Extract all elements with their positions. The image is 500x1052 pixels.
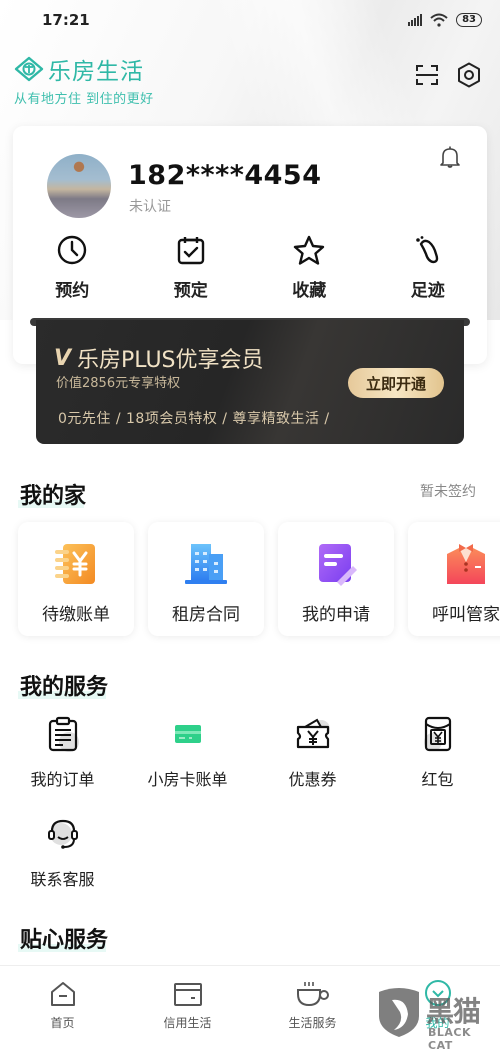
home-item-butler[interactable]: 呼叫管家 bbox=[408, 522, 500, 636]
brand-slogan: 从有地方住 到住的更好 bbox=[14, 92, 154, 107]
section-title-my-services: 我的服务 bbox=[17, 669, 108, 701]
headset-icon bbox=[47, 819, 78, 849]
bell-icon bbox=[440, 146, 460, 168]
quick-action-favorites[interactable]: 收藏 bbox=[250, 234, 369, 301]
quick-action-reservation[interactable]: 预定 bbox=[132, 234, 251, 301]
quick-action-label: 预定 bbox=[173, 281, 208, 301]
tab-home[interactable]: 首页 bbox=[0, 966, 125, 1041]
service-item-orders[interactable]: 我的订单 bbox=[0, 716, 125, 816]
plus-subtitle: 价值2856元专享特权 bbox=[56, 376, 181, 391]
tab-credit-life[interactable]: 信用生活 bbox=[125, 966, 250, 1041]
plus-title: 乐房PLUS优享会员 bbox=[77, 348, 264, 373]
section-title-my-home: 我的家 bbox=[17, 478, 86, 510]
order-icon bbox=[48, 716, 79, 752]
service-item-label: 我的订单 bbox=[30, 770, 95, 789]
service-item-label: 小房卡账单 bbox=[147, 770, 228, 789]
service-item-label: 联系客服 bbox=[30, 870, 95, 889]
brand-logo-icon bbox=[14, 56, 44, 82]
my-home-list: 待缴账单 租房合同 我的申请 呼叫管家 bbox=[18, 522, 500, 636]
card-icon bbox=[174, 725, 201, 743]
tab-label: 信用生活 bbox=[163, 1016, 212, 1030]
brand-name: 乐房生活 bbox=[48, 59, 144, 85]
status-bar: 17:21 83 bbox=[0, 0, 500, 40]
calendar-check-icon bbox=[177, 237, 204, 265]
tab-profile[interactable]: 我的 bbox=[375, 966, 500, 1041]
brand-logo: 乐房生活 从有地方住 到住的更好 bbox=[14, 52, 154, 107]
home-item-label: 租房合同 bbox=[172, 605, 240, 625]
home-item-contract[interactable]: 租房合同 bbox=[148, 522, 264, 636]
butler-icon bbox=[447, 544, 485, 584]
quick-action-appointment[interactable]: 预约 bbox=[13, 234, 132, 301]
clock-icon bbox=[58, 235, 87, 265]
tab-label: 首页 bbox=[50, 1016, 75, 1030]
credit-card-icon bbox=[173, 983, 202, 1006]
coffee-icon bbox=[296, 982, 329, 1007]
wifi-icon bbox=[430, 13, 448, 27]
home-item-label: 呼叫管家 bbox=[432, 605, 500, 625]
notification-button[interactable] bbox=[437, 144, 463, 170]
home-item-label: 待缴账单 bbox=[42, 605, 110, 625]
quick-action-history[interactable]: 足迹 bbox=[369, 234, 488, 301]
tab-label: 生活服务 bbox=[288, 1016, 337, 1030]
settings-icon bbox=[458, 62, 480, 88]
quick-action-label: 预约 bbox=[55, 281, 90, 301]
bill-icon bbox=[55, 544, 95, 584]
user-phone: 182****4454 bbox=[128, 160, 322, 191]
quick-action-label: 收藏 bbox=[292, 281, 327, 301]
service-item-label: 红包 bbox=[421, 770, 454, 789]
bottom-tab-bar: 首页 信用生活 生活服务 我的 bbox=[0, 965, 500, 1041]
status-time: 17:21 bbox=[42, 11, 90, 29]
vip-icon: V bbox=[54, 345, 72, 371]
service-item-card-bill[interactable]: 小房卡账单 bbox=[125, 716, 250, 816]
avatar[interactable] bbox=[47, 154, 111, 218]
profile-icon bbox=[424, 980, 451, 1006]
footprint-icon bbox=[415, 236, 438, 264]
quick-action-label: 足迹 bbox=[410, 281, 445, 301]
plus-activate-button[interactable]: 立即开通 bbox=[348, 368, 444, 398]
service-item-label: 优惠券 bbox=[288, 770, 337, 789]
application-icon bbox=[319, 544, 357, 586]
section-title-care-services: 贴心服务 bbox=[17, 922, 108, 954]
settings-button[interactable] bbox=[456, 62, 482, 88]
signal-icon bbox=[408, 14, 423, 26]
home-item-bills[interactable]: 待缴账单 bbox=[18, 522, 134, 636]
coupon-icon bbox=[296, 718, 330, 749]
tab-label: 我的 bbox=[425, 1016, 450, 1030]
home-item-application[interactable]: 我的申请 bbox=[278, 522, 394, 636]
tab-life-services[interactable]: 生活服务 bbox=[250, 966, 375, 1041]
building-icon bbox=[185, 544, 227, 584]
verify-status[interactable]: 未认证 bbox=[129, 196, 171, 216]
plus-membership-card[interactable]: V 乐房PLUS优享会员 价值2856元专享特权 立即开通 0元先住 / 18项… bbox=[36, 320, 464, 444]
my-services-grid: 我的订单 小房卡账单 优惠券 红包 联系客服 bbox=[0, 716, 500, 916]
scan-icon bbox=[416, 65, 438, 85]
red-packet-icon bbox=[423, 716, 451, 752]
star-icon bbox=[294, 235, 325, 265]
service-item-coupons[interactable]: 优惠券 bbox=[250, 716, 375, 816]
service-item-red-packet[interactable]: 红包 bbox=[375, 716, 500, 816]
home-contract-status: 暂未签约 bbox=[420, 484, 476, 500]
plus-features: 0元先住 / 18项会员特权 / 尊享精致生活 / bbox=[58, 411, 330, 427]
scan-button[interactable] bbox=[414, 62, 440, 88]
service-item-customer-service[interactable]: 联系客服 bbox=[0, 816, 125, 916]
battery-indicator: 83 bbox=[456, 13, 482, 27]
home-icon bbox=[50, 982, 75, 1006]
home-item-label: 我的申请 bbox=[302, 605, 370, 625]
